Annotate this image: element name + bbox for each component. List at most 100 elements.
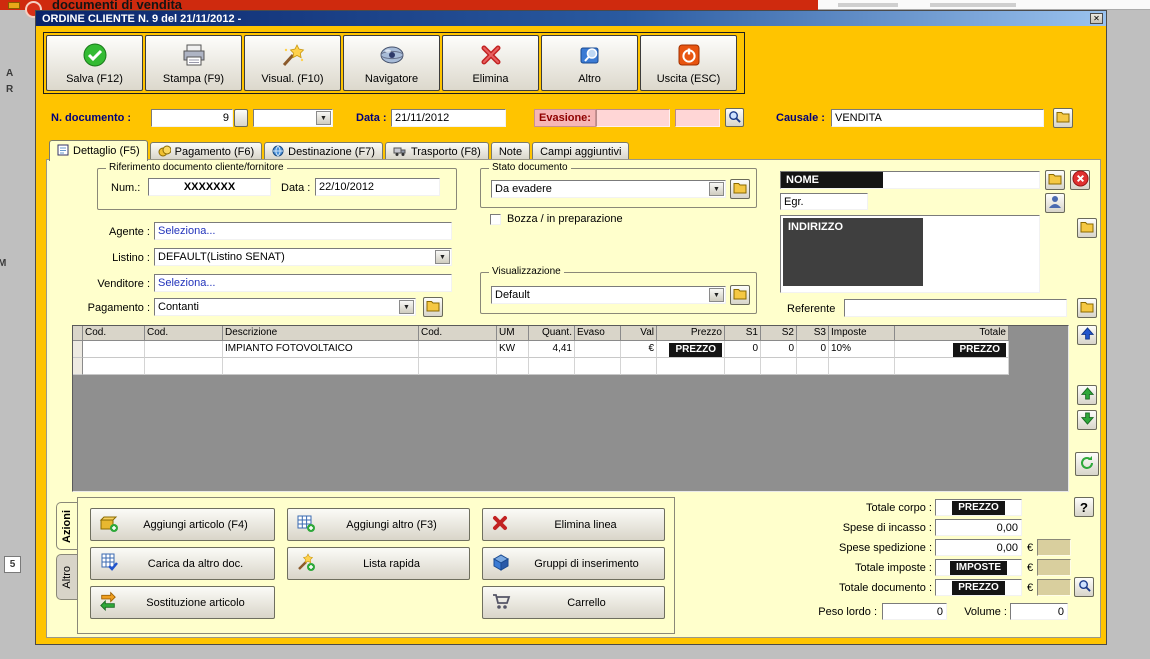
window-titlebar[interactable]: ORDINE CLIENTE N. 9 del 21/11/2012 - ✕ — [36, 11, 1106, 26]
causale-input[interactable]: VENDITA — [831, 109, 1044, 127]
gruppi-di-inserimento-button[interactable]: Gruppi di inserimento — [482, 547, 665, 580]
grid-cell[interactable] — [419, 358, 497, 375]
causale-folder-button[interactable] — [1053, 108, 1073, 128]
grid-row[interactable] — [73, 358, 1068, 375]
grid-column-header[interactable]: S1 — [725, 326, 761, 341]
visualizzazione-folder-button[interactable] — [730, 285, 750, 305]
grid-column-header[interactable]: Cod. — [419, 326, 497, 341]
grid-column-header[interactable]: Evaso — [575, 326, 621, 341]
grid-cell[interactable] — [621, 358, 657, 375]
evasione-search-button[interactable] — [725, 108, 744, 127]
grid-cell[interactable]: 0 — [725, 341, 761, 358]
grid-cell[interactable] — [497, 358, 529, 375]
grid-row[interactable]: IMPIANTO FOTOVOLTAICO KW 4,41 € PREZZO 0 0 0 10%… — [73, 341, 1068, 358]
grid-cell[interactable]: 10% — [829, 341, 895, 358]
cliente-nome-field[interactable]: NOME — [780, 171, 1040, 189]
chevron-down-icon[interactable]: ▼ — [399, 300, 414, 314]
grid-column-header[interactable]: Prezzo — [657, 326, 725, 341]
grid-cell[interactable] — [797, 358, 829, 375]
titolo-input[interactable]: Egr. — [780, 193, 868, 210]
cliente-folder-button[interactable] — [1045, 170, 1065, 190]
chevron-down-icon[interactable]: ▼ — [316, 111, 331, 125]
salva-button[interactable]: Salva (F12) — [46, 35, 143, 91]
referente-input[interactable] — [844, 299, 1067, 317]
grid-cell[interactable] — [145, 341, 223, 358]
totale-search-button[interactable] — [1074, 577, 1094, 597]
grid-column-header[interactable]: Val — [621, 326, 657, 341]
grid-cell[interactable] — [725, 358, 761, 375]
agente-select[interactable]: Seleziona... — [154, 222, 452, 240]
volume-input[interactable]: 0 — [1010, 603, 1068, 620]
tab-dettaglio[interactable]: Dettaglio (F5) — [49, 140, 148, 161]
lista-rapida-button[interactable]: Lista rapida — [287, 547, 470, 580]
aggiungi-altro-button[interactable]: Aggiungi altro (F3) — [287, 508, 470, 541]
carica-da-altro-doc-button[interactable]: Carica da altro doc. — [90, 547, 275, 580]
grid-cell[interactable] — [145, 358, 223, 375]
pagamento-select[interactable]: Contanti ▼ — [154, 298, 416, 316]
grid-column-header[interactable]: Quant. — [529, 326, 575, 341]
close-icon[interactable]: ✕ — [1090, 13, 1103, 24]
grid-cell[interactable] — [761, 358, 797, 375]
order-lines-grid[interactable]: Cod. Cod. Descrizione Cod. UM Quant. Evaso Val P… — [72, 325, 1069, 492]
chevron-down-icon[interactable]: ▼ — [435, 250, 450, 264]
spese-spedizione-input[interactable]: 0,00 — [935, 539, 1022, 556]
grid-cell[interactable]: PREZZO — [895, 341, 1009, 358]
elimina-button[interactable]: Elimina — [442, 35, 539, 91]
num-input[interactable]: XXXXXXX — [148, 178, 271, 196]
grid-cell[interactable] — [419, 341, 497, 358]
grid-cell[interactable] — [657, 358, 725, 375]
sostituzione-articolo-button[interactable]: Sostituzione articolo — [90, 586, 275, 619]
grid-cell[interactable] — [575, 358, 621, 375]
tab-azioni[interactable]: Azioni — [56, 502, 77, 550]
pagamento-folder-button[interactable] — [423, 297, 443, 317]
help-question-button[interactable]: ? — [1074, 497, 1094, 517]
evasione-secondary-input[interactable] — [675, 109, 720, 127]
row-selector[interactable] — [73, 358, 83, 375]
grid-cell[interactable] — [575, 341, 621, 358]
doc-suffix-combo[interactable]: ▼ — [253, 109, 333, 127]
grid-cell[interactable] — [223, 358, 419, 375]
evasione-input[interactable] — [596, 109, 670, 127]
data-input[interactable]: 21/11/2012 — [391, 109, 506, 127]
rif-data-input[interactable]: 22/10/2012 — [315, 178, 440, 196]
referente-folder-button[interactable] — [1077, 298, 1097, 318]
grid-column-header[interactable]: S3 — [797, 326, 829, 341]
chevron-down-icon[interactable]: ▼ — [709, 288, 724, 302]
venditore-select[interactable]: Seleziona... — [154, 274, 452, 292]
grid-cell[interactable] — [83, 358, 145, 375]
tab-altro-vertical[interactable]: Altro — [56, 554, 77, 600]
carrello-button[interactable]: Carrello — [482, 586, 665, 619]
stampa-button[interactable]: Stampa (F9) — [145, 35, 242, 91]
spese-incasso-input[interactable]: 0,00 — [935, 519, 1022, 536]
n-documento-browse-button[interactable] — [234, 109, 248, 127]
grid-cell[interactable]: 0 — [797, 341, 829, 358]
cliente-clear-button[interactable] — [1070, 170, 1090, 190]
stato-select[interactable]: Da evadere ▼ — [491, 180, 726, 198]
grid-cell[interactable]: € — [621, 341, 657, 358]
stato-folder-button[interactable] — [730, 179, 750, 199]
bozza-checkbox[interactable] — [490, 214, 501, 225]
grid-column-header[interactable]: Totale — [895, 326, 1009, 341]
grid-column-header[interactable]: Cod. — [83, 326, 145, 341]
chevron-down-icon[interactable]: ▼ — [709, 182, 724, 196]
visualizza-button[interactable]: Visual. (F10) — [244, 35, 341, 91]
grid-column-header[interactable]: UM — [497, 326, 529, 341]
grid-cell[interactable]: 4,41 — [529, 341, 575, 358]
listino-select[interactable]: DEFAULT(Listino SENAT) ▼ — [154, 248, 452, 266]
move-down-button[interactable] — [1077, 410, 1097, 430]
row-selector[interactable] — [73, 341, 83, 358]
grid-cell[interactable] — [895, 358, 1009, 375]
refresh-button[interactable] — [1075, 452, 1099, 476]
grid-column-header[interactable]: Cod. — [145, 326, 223, 341]
grid-cell[interactable] — [529, 358, 575, 375]
grid-cell[interactable]: PREZZO — [657, 341, 725, 358]
grid-column-header[interactable]: Imposte — [829, 326, 895, 341]
indirizzo-folder-button[interactable] — [1077, 218, 1097, 238]
elimina-linea-button[interactable]: Elimina linea — [482, 508, 665, 541]
navigatore-button[interactable]: Navigatore — [343, 35, 440, 91]
move-up-button[interactable] — [1077, 385, 1097, 405]
cliente-indirizzo-field[interactable]: INDIRIZZO — [780, 215, 1040, 293]
altro-button[interactable]: Altro — [541, 35, 638, 91]
cliente-anagrafica-button[interactable] — [1045, 193, 1065, 213]
uscita-button[interactable]: Uscita (ESC) — [640, 35, 737, 91]
